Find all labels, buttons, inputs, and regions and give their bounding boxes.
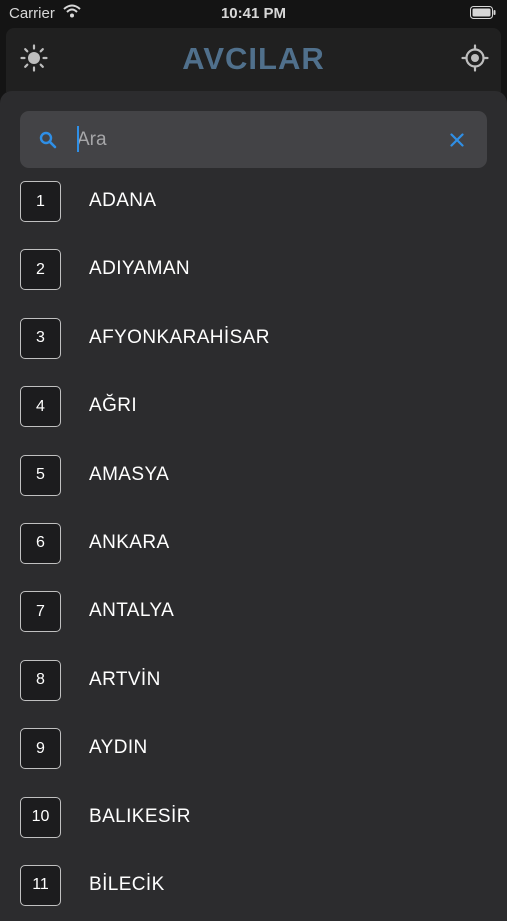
list-item[interactable]: 3 AFYONKARAHİSAR xyxy=(0,317,507,385)
city-name: AYDIN xyxy=(89,737,148,759)
city-name: ANKARA xyxy=(89,531,170,553)
plate-number-badge: 2 xyxy=(20,249,61,291)
search-icon xyxy=(39,131,57,149)
list-item[interactable]: 6 ANKARA xyxy=(0,522,507,590)
city-name: AMASYA xyxy=(89,463,170,485)
plate-number-badge: 1 xyxy=(20,181,61,222)
city-name: ADIYAMAN xyxy=(89,258,191,280)
list-item[interactable]: 11 BİLECİK xyxy=(0,864,507,921)
battery-icon xyxy=(470,6,496,19)
plate-number-badge: 10 xyxy=(20,796,61,838)
app-header: AVCILAR xyxy=(6,28,501,92)
city-name: AĞRI xyxy=(89,395,138,417)
plate-number-badge: 3 xyxy=(20,317,61,359)
search-input[interactable] xyxy=(77,124,437,156)
close-icon xyxy=(450,133,464,147)
location-icon[interactable] xyxy=(461,44,489,72)
city-list: 1 ADANA 2 ADIYAMAN 3 AFYONKARAHİSAR 4 AĞ… xyxy=(0,180,507,921)
list-item[interactable]: 5 AMASYA xyxy=(0,454,507,522)
city-name: BALIKESİR xyxy=(89,805,191,827)
plate-number-badge: 5 xyxy=(20,454,61,496)
city-name: ARTVİN xyxy=(89,668,161,690)
list-item[interactable]: 4 AĞRI xyxy=(0,385,507,453)
plate-number-badge: 8 xyxy=(20,659,61,701)
list-item[interactable]: 1 ADANA xyxy=(0,180,507,248)
list-item[interactable]: 10 BALIKESİR xyxy=(0,796,507,864)
list-item[interactable]: 9 AYDIN xyxy=(0,727,507,795)
clear-search-button[interactable] xyxy=(444,127,470,153)
city-name: ADANA xyxy=(89,190,157,211)
status-bar: Carrier 10:41 PM xyxy=(0,0,507,28)
city-name: BİLECİK xyxy=(89,873,165,895)
city-name: AFYONKARAHİSAR xyxy=(89,326,270,348)
page-title: AVCILAR xyxy=(182,41,325,76)
list-item[interactable]: 7 ANTALYA xyxy=(0,590,507,658)
status-time: 10:41 PM xyxy=(220,5,287,22)
city-name: ANTALYA xyxy=(89,600,175,622)
list-item[interactable]: 2 ADIYAMAN xyxy=(0,248,507,316)
plate-number-badge: 4 xyxy=(20,386,61,428)
plate-number-badge: 9 xyxy=(20,728,61,770)
plate-number-badge: 6 xyxy=(20,522,61,564)
list-item[interactable]: 8 ARTVİN xyxy=(0,659,507,727)
search-bar xyxy=(20,111,487,168)
text-caret xyxy=(77,126,79,152)
plate-number-badge: 7 xyxy=(20,591,61,633)
city-picker-sheet: 1 ADANA 2 ADIYAMAN 3 AFYONKARAHİSAR 4 AĞ… xyxy=(0,91,507,921)
